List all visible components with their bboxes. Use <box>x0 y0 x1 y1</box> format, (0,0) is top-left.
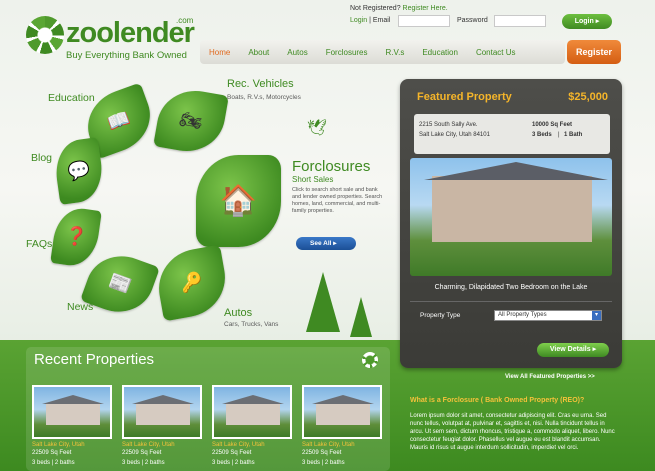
car-keys-icon: 🔑 <box>179 270 205 295</box>
question-icon: ❓ <box>63 225 89 248</box>
property-city[interactable]: Salt Lake City, Utah <box>122 442 175 448</box>
property-beds: 3 beds | 2 baths <box>122 460 165 466</box>
forclosures-description: Click to search short sale and bank and … <box>292 187 383 214</box>
property-city[interactable]: Salt Lake City, Utah <box>212 442 265 448</box>
property-beds: 3 beds | 2 baths <box>212 460 255 466</box>
tree-icon-small <box>350 297 372 337</box>
speech-bubble-icon: 💬 <box>66 159 92 182</box>
login-row: Login | Email <box>350 17 390 24</box>
faq-title: What is a Forclosure ( Bank Owned Proper… <box>410 397 585 404</box>
faqs-petal[interactable]: ❓ <box>50 205 102 269</box>
house-image <box>432 176 592 242</box>
autos-subtitle: Cars, Trucks, Vans <box>224 321 279 328</box>
see-all-button[interactable]: See All ▸ <box>296 237 356 250</box>
property-thumbnail[interactable] <box>302 385 382 439</box>
featured-address2: Salt Lake City, Utah 84101 <box>419 132 490 138</box>
forclosures-subtitle: Short Sales <box>292 175 334 184</box>
featured-sep: | <box>558 132 560 138</box>
property-thumbnail[interactable] <box>32 385 112 439</box>
featured-sqft: 10000 Sq Feet <box>532 122 573 128</box>
register-here-link[interactable]: Register Here. <box>403 5 448 12</box>
rec-vehicles-subtitle: Boats, R.V.s, Motorcycles <box>227 94 301 101</box>
newspaper-icon: 📰 <box>106 270 135 297</box>
register-button[interactable]: Register <box>567 40 621 64</box>
featured-caption: Charming, Dilapidated Two Bedroom on the… <box>434 284 588 291</box>
education-label[interactable]: Education <box>48 92 95 104</box>
login-box: Not Registered? Register Here. Login | E… <box>340 0 630 36</box>
rec-vehicles-title[interactable]: Rec. Vehicles <box>227 78 294 90</box>
motorcycle-icon: 🏍 <box>178 108 205 133</box>
featured-title: Featured Property <box>417 91 512 103</box>
email-field[interactable] <box>398 15 450 27</box>
site-logo[interactable]: zoolender .com Buy Everything Bank Owned <box>26 14 196 64</box>
nav-home[interactable]: Home <box>200 48 239 57</box>
nav-about[interactable]: About <box>239 48 278 57</box>
logo-tagline: Buy Everything Bank Owned <box>66 50 187 61</box>
login-link[interactable]: Login <box>350 17 367 24</box>
blog-label[interactable]: Blog <box>31 152 52 164</box>
bird-icon: 🕊 <box>307 120 328 137</box>
logo-mark-icon <box>26 16 64 54</box>
forclosures-petal[interactable]: 🏠 <box>196 155 281 247</box>
password-field[interactable] <box>494 15 546 27</box>
tree-icon <box>306 272 340 332</box>
property-type-select[interactable]: All Property Types ▾ <box>494 310 602 321</box>
property-sqft: 22509 Sq Feet <box>212 450 252 456</box>
nav-contact[interactable]: Contact Us <box>467 48 525 57</box>
property-city[interactable]: Salt Lake City, Utah <box>32 442 85 448</box>
property-beds: 3 beds | 2 baths <box>302 460 345 466</box>
featured-beds: 3 Beds <box>532 132 552 138</box>
blog-petal[interactable]: 💬 <box>51 137 107 205</box>
property-beds: 3 beds | 2 baths <box>32 460 75 466</box>
autos-title[interactable]: Autos <box>224 307 252 319</box>
autos-petal[interactable]: 🔑 <box>152 244 232 322</box>
password-label: Password <box>457 17 488 24</box>
nav-education[interactable]: Education <box>413 48 467 57</box>
property-sqft: 22509 Sq Feet <box>122 450 162 456</box>
featured-property-panel: Featured Property $25,000 2215 South Sal… <box>400 79 622 368</box>
not-registered-text: Not Registered? Register Here. <box>350 5 448 12</box>
nav-forclosures[interactable]: Forclosures <box>317 48 377 57</box>
property-type-label: Property Type <box>420 312 461 319</box>
roof-shape <box>424 162 608 180</box>
property-thumbnail[interactable] <box>212 385 292 439</box>
logo-com: .com <box>176 16 194 25</box>
login-button[interactable]: Login ▸ <box>562 14 612 29</box>
view-all-featured-link[interactable]: View All Featured Properties >> <box>505 374 595 380</box>
nav-autos[interactable]: Autos <box>278 48 316 57</box>
main-nav: Home About Autos Forclosures R.V.s Educa… <box>200 40 565 64</box>
view-details-button[interactable]: View Details ▸ <box>537 343 609 357</box>
forclosures-title[interactable]: Forclosures <box>292 158 370 175</box>
featured-photo[interactable] <box>410 158 612 276</box>
featured-info: 2215 South Sally Ave. Salt Lake City, Ut… <box>414 114 610 154</box>
rec-vehicles-petal[interactable]: 🏍 <box>153 84 229 158</box>
faqs-label[interactable]: FAQs <box>26 238 52 250</box>
email-label: | Email <box>369 17 391 24</box>
recent-properties: Recent Properties Salt Lake City, Utah 2… <box>26 347 390 471</box>
property-sqft: 22509 Sq Feet <box>302 450 342 456</box>
featured-price: $25,000 <box>568 91 608 103</box>
logo-wordmark: zoolender <box>66 17 195 49</box>
logo-mark-icon <box>362 352 378 368</box>
faq-body: Lorem ipsum dolor sit amet, consectetur … <box>410 413 615 451</box>
chevron-down-icon: ▾ <box>592 311 601 320</box>
nav-rvs[interactable]: R.V.s <box>377 48 414 57</box>
house-icon: 🏠 <box>219 184 258 218</box>
featured-divider <box>410 301 612 302</box>
property-sqft: 22509 Sq Feet <box>32 450 72 456</box>
book-icon: 📖 <box>104 107 133 134</box>
featured-address1: 2215 South Sally Ave. <box>419 122 478 128</box>
property-city[interactable]: Salt Lake City, Utah <box>302 442 355 448</box>
recent-properties-title: Recent Properties <box>34 351 155 368</box>
featured-bath: 1 Bath <box>564 132 583 138</box>
property-thumbnail[interactable] <box>122 385 202 439</box>
